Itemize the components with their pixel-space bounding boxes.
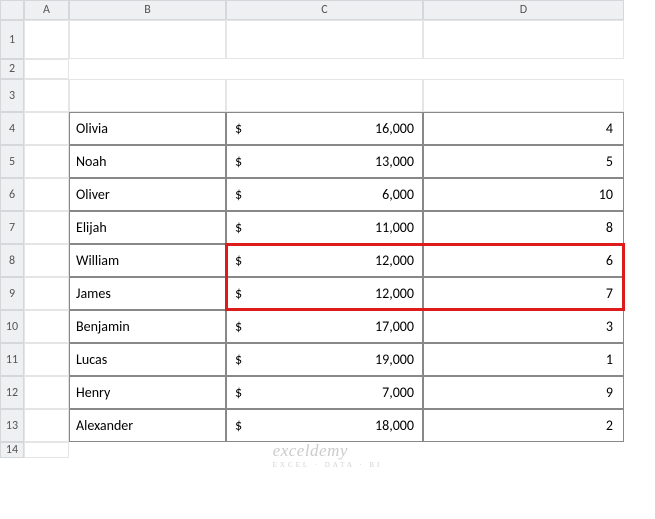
currency-symbol: $ [235, 318, 242, 335]
cell-A9[interactable] [24, 277, 69, 310]
cell-A4[interactable] [24, 112, 69, 145]
row-header-12[interactable]: 12 [0, 376, 24, 409]
col-header-B[interactable]: B [69, 0, 226, 20]
income-cell[interactable]: $18,000 [226, 409, 423, 442]
name-cell[interactable]: Oliver [69, 178, 226, 211]
name-cell[interactable]: Noah [69, 145, 226, 178]
income-value: 16,000 [375, 120, 414, 137]
cell-A8[interactable] [24, 244, 69, 277]
currency-symbol: $ [235, 153, 242, 170]
cell-A7[interactable] [24, 211, 69, 244]
rank-cell[interactable]: 8 [423, 211, 624, 244]
currency-symbol: $ [235, 417, 242, 434]
select-all-corner[interactable] [0, 0, 24, 20]
income-value: 19,000 [375, 351, 414, 368]
income-value: 18,000 [375, 417, 414, 434]
row-header-7[interactable]: 7 [0, 211, 24, 244]
empty-cell[interactable] [423, 20, 624, 59]
income-cell[interactable]: $7,000 [226, 376, 423, 409]
row-header-1[interactable]: 1 [0, 20, 24, 59]
income-cell[interactable]: $12,000 [226, 244, 423, 277]
row-header-2[interactable]: 2 [0, 59, 24, 79]
rank-cell[interactable]: 10 [423, 178, 624, 211]
name-cell[interactable]: Alexander [69, 409, 226, 442]
cell-A11[interactable] [24, 343, 69, 376]
income-cell[interactable]: $11,000 [226, 211, 423, 244]
row-header-3[interactable]: 3 [0, 79, 24, 112]
row-header-9[interactable]: 9 [0, 277, 24, 310]
cell-A14[interactable] [24, 442, 69, 458]
spreadsheet-grid: A B C D Tackling Duplicate Values for Ra… [0, 0, 655, 458]
name-cell[interactable]: Elijah [69, 211, 226, 244]
rank-cell[interactable]: 2 [423, 409, 624, 442]
income-value: 13,000 [375, 153, 414, 170]
row-header-14[interactable]: 14 [0, 442, 24, 458]
empty-cell[interactable] [226, 20, 423, 59]
cell-A2[interactable] [24, 59, 69, 79]
cell-A13[interactable] [24, 409, 69, 442]
income-value: 7,000 [382, 384, 414, 401]
income-value: 6,000 [382, 186, 414, 203]
name-cell[interactable]: Henry [69, 376, 226, 409]
empty-cell[interactable] [226, 79, 423, 112]
col-header-D[interactable]: D [423, 0, 624, 20]
cell-A12[interactable] [24, 376, 69, 409]
rank-cell[interactable]: 1 [423, 343, 624, 376]
empty-cell[interactable] [69, 20, 226, 59]
rank-cell[interactable]: 6 [423, 244, 624, 277]
income-cell[interactable]: $19,000 [226, 343, 423, 376]
watermark-sub: EXCEL · DATA · BI [273, 461, 383, 469]
name-cell[interactable]: James [69, 277, 226, 310]
currency-symbol: $ [235, 351, 242, 368]
currency-symbol: $ [235, 384, 242, 401]
row-header-13[interactable]: 13 [0, 409, 24, 442]
currency-symbol: $ [235, 285, 242, 302]
row-header-8[interactable]: 8 [0, 244, 24, 277]
name-cell[interactable]: Lucas [69, 343, 226, 376]
rank-cell[interactable]: 5 [423, 145, 624, 178]
row-header-10[interactable]: 10 [0, 310, 24, 343]
income-cell[interactable]: $13,000 [226, 145, 423, 178]
row-header-6[interactable]: 6 [0, 178, 24, 211]
row-header-11[interactable]: 11 [0, 343, 24, 376]
rank-cell[interactable]: 3 [423, 310, 624, 343]
cell-A1[interactable] [24, 20, 69, 59]
cell-A3[interactable] [24, 79, 69, 112]
currency-symbol: $ [235, 186, 242, 203]
row-header-5[interactable]: 5 [0, 145, 24, 178]
currency-symbol: $ [235, 252, 242, 269]
empty-cell[interactable] [69, 79, 226, 112]
income-cell[interactable]: $16,000 [226, 112, 423, 145]
name-cell[interactable]: Benjamin [69, 310, 226, 343]
cell-A5[interactable] [24, 145, 69, 178]
income-cell[interactable]: $12,000 [226, 277, 423, 310]
income-cell[interactable]: $17,000 [226, 310, 423, 343]
col-header-C[interactable]: C [226, 0, 423, 20]
cell-A6[interactable] [24, 178, 69, 211]
income-value: 17,000 [375, 318, 414, 335]
name-cell[interactable]: William [69, 244, 226, 277]
rank-cell[interactable]: 4 [423, 112, 624, 145]
income-value: 12,000 [375, 252, 414, 269]
cell-A10[interactable] [24, 310, 69, 343]
row-header-4[interactable]: 4 [0, 112, 24, 145]
currency-symbol: $ [235, 120, 242, 137]
name-cell[interactable]: Olivia [69, 112, 226, 145]
income-value: 12,000 [375, 285, 414, 302]
income-cell[interactable]: $6,000 [226, 178, 423, 211]
currency-symbol: $ [235, 219, 242, 236]
rank-cell[interactable]: 9 [423, 376, 624, 409]
income-value: 11,000 [375, 219, 414, 236]
col-header-A[interactable]: A [24, 0, 69, 20]
rank-cell[interactable]: 7 [423, 277, 624, 310]
empty-cell[interactable] [423, 79, 624, 112]
